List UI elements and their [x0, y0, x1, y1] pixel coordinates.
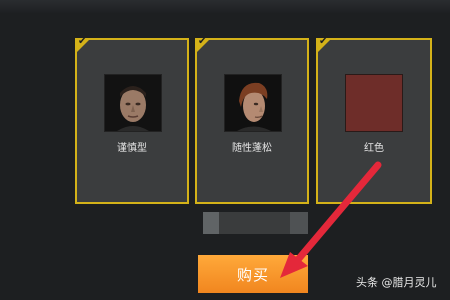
price-bar: [203, 212, 308, 234]
card-label: 随性蓬松: [232, 143, 272, 154]
card-style-cautious[interactable]: ✔ 谨慎型: [75, 36, 189, 204]
male-face-short-hair-icon: [104, 74, 162, 132]
card-label: 谨慎型: [117, 143, 147, 154]
price-bar-segment: [203, 212, 219, 234]
top-strip: [0, 0, 450, 14]
buy-button[interactable]: 购买: [198, 255, 308, 293]
check-icon: ✔: [319, 36, 328, 47]
card-label: 红色: [364, 143, 384, 154]
check-icon: ✔: [78, 36, 87, 47]
price-bar-segment: [290, 212, 308, 234]
card-color-red[interactable]: ✔ 红色: [316, 36, 432, 204]
check-icon: ✔: [198, 36, 207, 47]
card-style-casual-fluffy[interactable]: ✔ 随性蓬松: [195, 36, 309, 204]
male-face-fluffy-hair-icon: [224, 74, 282, 132]
watermark: 头条 @腊月灵儿: [356, 276, 437, 289]
red-color-swatch-icon: [345, 74, 403, 132]
